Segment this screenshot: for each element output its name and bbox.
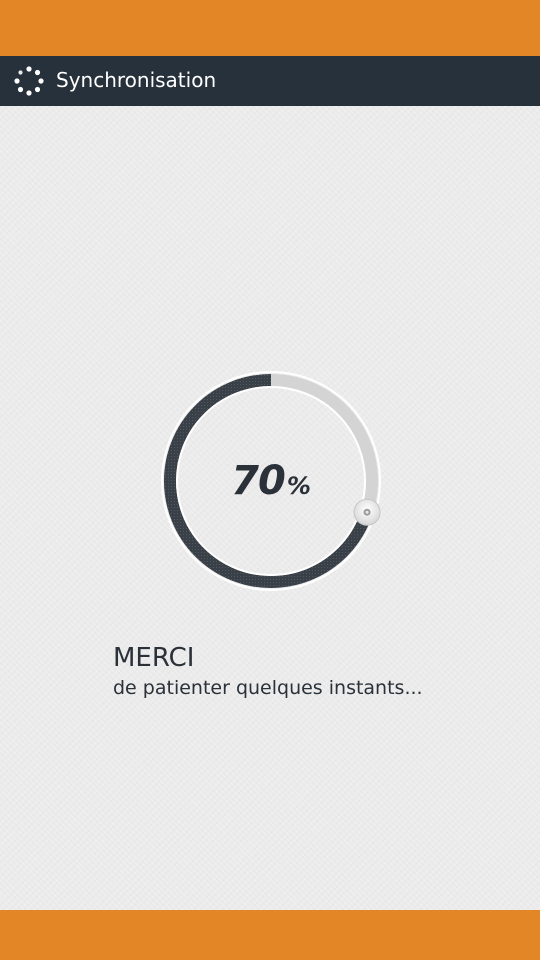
wait-message: MERCI de patienter quelques instants... [113, 640, 423, 700]
progress-value: 70 [231, 458, 286, 504]
percent-sign: % [286, 472, 311, 500]
app-header: Synchronisation [0, 56, 540, 106]
message-title: MERCI [113, 643, 195, 673]
loading-spinner-icon [14, 66, 44, 96]
progress-percent: 70% [160, 370, 382, 592]
progress-ring: 70% [160, 370, 382, 592]
top-accent-bar [0, 0, 540, 56]
header-title: Synchronisation [56, 68, 217, 92]
sync-screen: Synchronisation 70 % MERCI de patienter … [0, 0, 540, 960]
message-subtitle: de patienter quelques instants... [113, 677, 423, 699]
bottom-accent-bar [0, 910, 540, 960]
